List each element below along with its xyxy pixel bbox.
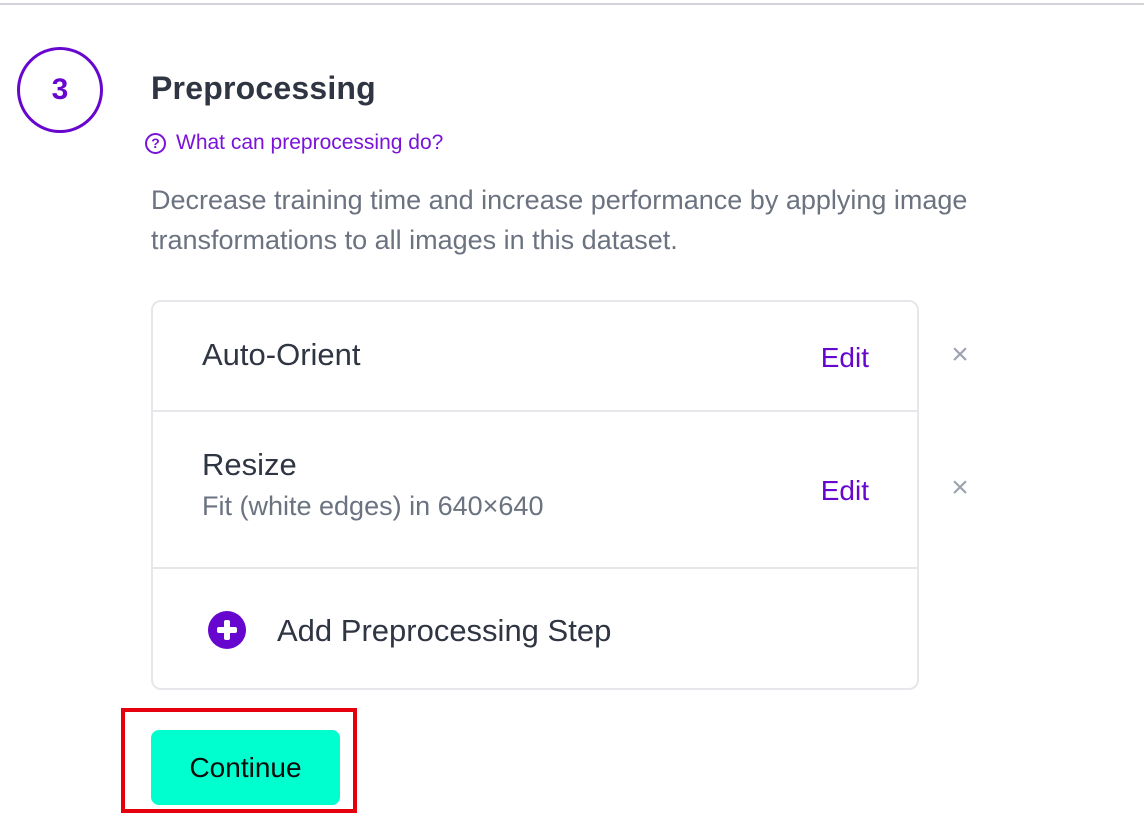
add-step-label: Add Preprocessing Step: [277, 613, 612, 648]
preprocessing-step-row: Auto-Orient Edit: [153, 302, 917, 412]
top-divider: [0, 3, 1144, 5]
add-preprocessing-step-button[interactable]: Add Preprocessing Step: [153, 569, 917, 690]
edit-button[interactable]: Edit: [821, 475, 869, 507]
help-link-label: What can preprocessing do?: [176, 131, 444, 154]
preprocessing-steps-card: Auto-Orient Edit Resize Fit (white edges…: [151, 300, 919, 690]
step-name: Auto-Orient: [202, 337, 361, 372]
continue-button[interactable]: Continue: [151, 730, 340, 805]
help-link[interactable]: ? What can preprocessing do?: [145, 131, 443, 155]
question-circle-icon: ?: [145, 132, 166, 154]
section-title: Preprocessing: [151, 70, 376, 106]
step-name: Resize: [202, 447, 297, 482]
section-description: Decrease training time and increase perf…: [151, 185, 968, 255]
edit-button[interactable]: Edit: [821, 342, 869, 374]
preprocessing-step-row: Resize Fit (white edges) in 640×640 Edit: [153, 412, 917, 569]
close-icon[interactable]: ×: [948, 340, 972, 370]
close-icon[interactable]: ×: [948, 473, 972, 503]
step-detail: Fit (white edges) in 640×640: [202, 491, 544, 521]
plus-circle-icon: [208, 611, 246, 649]
step-number: 3: [51, 73, 69, 106]
step-number-badge: 3: [17, 47, 103, 133]
